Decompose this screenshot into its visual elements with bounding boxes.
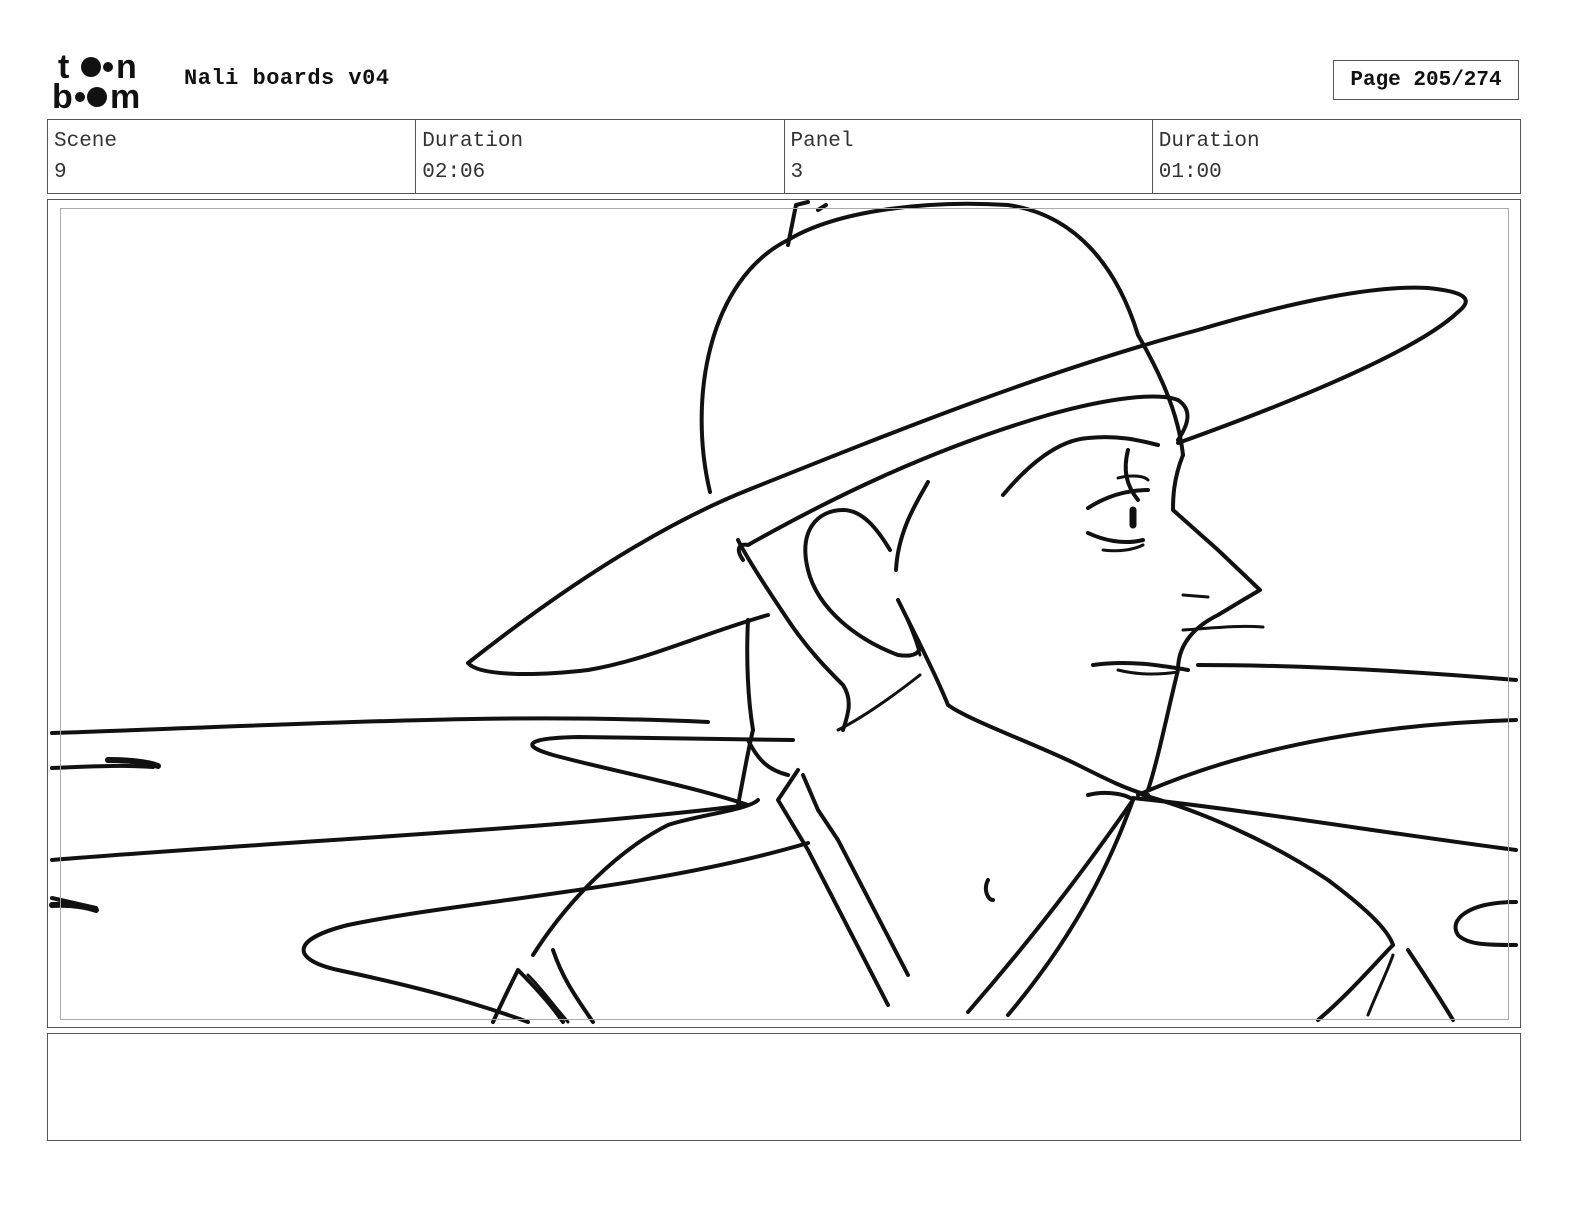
panel-duration-label: Duration: [1158, 130, 1260, 153]
toonboom-logo: t n b m: [52, 50, 140, 112]
panel-info-row: Scene 9 Duration 02:06 Panel 3 Duration …: [47, 119, 1521, 194]
scene-value: 9: [54, 161, 67, 184]
panel-duration-cell: Duration 01:00: [1153, 120, 1520, 193]
panel-cell: Panel 3: [785, 120, 1153, 193]
storyboard-panel: [47, 199, 1521, 1028]
scene-cell: Scene 9: [48, 120, 417, 193]
project-title: Nali boards v04: [184, 66, 390, 91]
panel-value: 3: [790, 161, 804, 184]
panel-label: Panel: [790, 130, 854, 153]
scene-label: Scene: [54, 130, 118, 153]
logo-text-bottom: b: [52, 78, 73, 112]
scene-duration-label: Duration: [422, 130, 524, 153]
page-number: Page 205/274: [1333, 60, 1519, 100]
panel-notes-box[interactable]: [47, 1033, 1521, 1141]
scene-duration-value: 02:06: [422, 161, 486, 184]
panel-sketch: [49, 200, 1518, 1024]
scene-duration-cell: Duration 02:06: [416, 120, 785, 193]
svg-text:m: m: [110, 78, 140, 112]
panel-duration-value: 01:00: [1158, 161, 1222, 184]
